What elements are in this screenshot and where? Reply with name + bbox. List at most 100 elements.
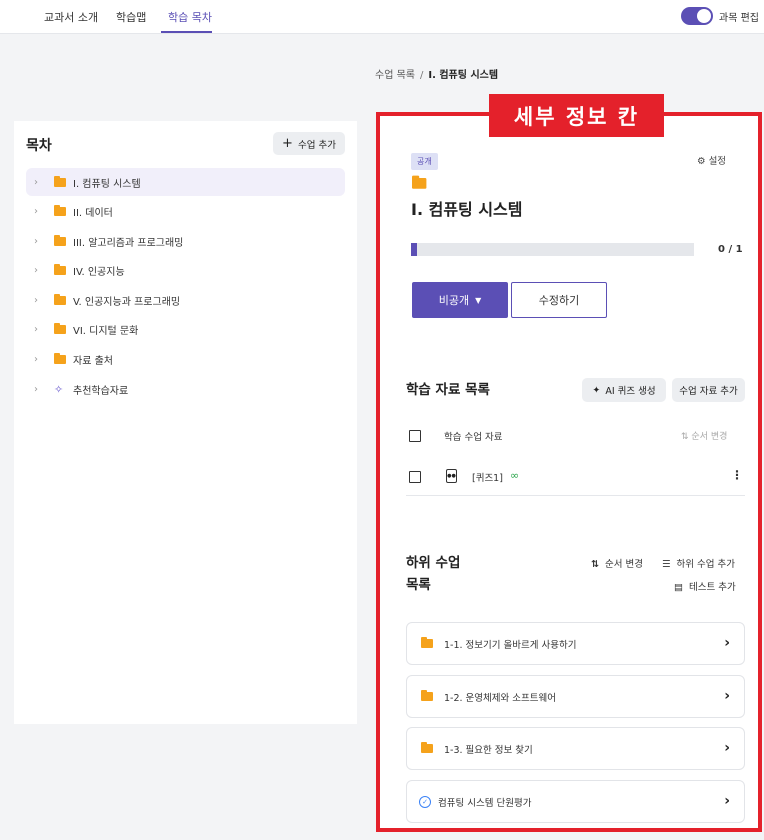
toc-title: 목차 (26, 138, 52, 154)
folder-icon (54, 293, 66, 305)
toc-item-label: I. 컴퓨팅 시스템 (73, 178, 141, 190)
chevron-right-icon[interactable]: › (34, 236, 54, 247)
sort-icon: ⇅ (681, 432, 689, 442)
caret-down-icon: ▼ (475, 295, 482, 305)
folder-icon (421, 637, 433, 648)
add-sublesson-label: 하위 수업 추가 (676, 559, 736, 570)
materials-column-header: 학습 수업 자료 (444, 432, 503, 443)
toc-item-label: V. 인공지능과 프로그래밍 (73, 296, 181, 308)
folder-icon (54, 352, 66, 364)
detail-panel-annotation: 세부 정보 칸 (489, 94, 664, 137)
ai-quiz-button[interactable]: ✦ AI 퀴즈 생성 (582, 378, 666, 402)
lesson-title: I. 컴퓨팅 시스템 (411, 200, 523, 219)
sublessons-title-line1: 하위 수업 (406, 555, 461, 571)
tab-learning-toc[interactable]: 학습 목차 (168, 9, 212, 25)
row-checkbox[interactable] (409, 471, 421, 483)
chevron-right-icon[interactable]: › (34, 354, 54, 365)
subject-edit-toggle[interactable] (681, 7, 713, 25)
progress-count: 0 / 1 (718, 244, 743, 255)
breadcrumb-parent[interactable]: 수업 목록 (375, 70, 415, 81)
add-lesson-button[interactable]: + 수업 추가 (273, 132, 345, 155)
toc-item-ai[interactable]: › IV. 인공지능 (26, 256, 345, 284)
edit-button[interactable]: 수정하기 (511, 282, 607, 318)
toggle-knob (697, 9, 711, 23)
sort-icon: ⇅ (591, 559, 599, 570)
toc-item-label: 추천학습자료 (73, 385, 129, 397)
chevron-right-icon: › (724, 688, 730, 704)
add-sublesson-button[interactable]: ☰ 하위 수업 추가 (662, 556, 735, 570)
toc-item-label: II. 데이터 (73, 207, 113, 219)
folder-icon (421, 690, 433, 701)
sublesson-label: 컴퓨팅 시스템 단원평가 (438, 797, 532, 809)
private-label: 비공개 (438, 294, 470, 307)
sublesson-label: 1-1. 정보기기 올바르게 사용하기 (444, 639, 577, 651)
toc-item-ai-programming[interactable]: › V. 인공지능과 프로그래밍 (26, 286, 345, 314)
sublesson-card[interactable]: ✓ 컴퓨팅 시스템 단원평가 › (406, 780, 745, 823)
add-lesson-label: 수업 추가 (297, 139, 336, 151)
sparkle-icon: ✦ (592, 384, 601, 396)
sublesson-label: 1-3. 필요한 정보 찾기 (444, 744, 533, 756)
chevron-right-icon: › (724, 740, 730, 756)
chevron-right-icon[interactable]: › (34, 384, 54, 395)
test-icon: ▤ (674, 582, 683, 593)
quiz-icon: ●● (446, 469, 457, 483)
gear-icon: ⚙ (697, 156, 706, 167)
toc-item-algorithms[interactable]: › III. 알고리즘과 프로그래밍 (26, 227, 345, 255)
toc-item-computing-system[interactable]: › I. 컴퓨팅 시스템 (26, 168, 345, 196)
link-icon: ∞ (510, 469, 520, 482)
top-navigation: 교과서 소개 학습맵 학습 목차 과목 편집 (0, 0, 764, 34)
active-tab-indicator (161, 31, 212, 33)
row-divider (406, 495, 745, 496)
add-test-button[interactable]: ▤ 테스트 추가 (674, 579, 736, 593)
sublesson-card[interactable]: 1-2. 운영체제와 소프트웨어 › (406, 675, 745, 718)
sublessons-title: 하위 수업 목록 (406, 552, 460, 596)
folder-icon (54, 234, 66, 246)
chevron-right-icon[interactable]: › (34, 265, 54, 276)
chevron-right-icon[interactable]: › (34, 206, 54, 217)
select-all-checkbox[interactable] (409, 430, 421, 442)
toc-item-label: III. 알고리즘과 프로그래밍 (73, 237, 184, 249)
add-test-label: 테스트 추가 (688, 582, 736, 593)
toc-item-label: IV. 인공지능 (73, 266, 125, 278)
materials-title: 학습 자료 목록 (406, 382, 490, 398)
chevron-right-icon[interactable]: › (34, 177, 54, 188)
tab-textbook-intro[interactable]: 교과서 소개 (44, 9, 98, 25)
private-dropdown-button[interactable]: 비공개 ▼ (412, 282, 508, 318)
material-item-label[interactable]: [퀴즈1] (472, 470, 503, 484)
breadcrumb-current: I. 컴퓨팅 시스템 (428, 70, 499, 81)
subject-edit-label: 과목 편집 (719, 13, 759, 24)
folder-icon (54, 322, 66, 334)
chevron-right-icon: › (724, 635, 730, 651)
sublesson-card[interactable]: 1-1. 정보기기 올바르게 사용하기 › (406, 622, 745, 665)
kebab-menu-icon[interactable]: ⋮ (731, 468, 743, 482)
ai-quiz-label: AI 퀴즈 생성 (605, 386, 656, 397)
toc-item-sources[interactable]: › 자료 출처 (26, 345, 345, 373)
visibility-badge: 공개 (411, 153, 438, 170)
sublessons-title-line2: 목록 (406, 577, 431, 593)
magic-wand-icon: ✧ (54, 382, 64, 396)
folder-icon (412, 175, 427, 189)
settings-label: 설정 (708, 156, 727, 167)
toc-item-data[interactable]: › II. 데이터 (26, 197, 345, 225)
sort-label: 순서 변경 (604, 559, 643, 570)
folder-icon (54, 263, 66, 275)
progress-bar (411, 243, 694, 256)
settings-button[interactable]: ⚙ 설정 (697, 153, 726, 167)
add-material-button[interactable]: 수업 자료 추가 (672, 378, 745, 402)
list-add-icon: ☰ (662, 559, 671, 570)
detail-panel (376, 112, 762, 832)
toc-panel: 목차 + 수업 추가 › I. 컴퓨팅 시스템 › II. 데이터 › III. 알고… (14, 121, 357, 724)
sublesson-card[interactable]: 1-3. 필요한 정보 찾기 › (406, 727, 745, 770)
progress-fill (411, 243, 417, 256)
toc-item-recommended[interactable]: › ✧ 추천학습자료 (26, 375, 345, 403)
chevron-right-icon[interactable]: › (34, 295, 54, 306)
chevron-right-icon: › (724, 793, 730, 809)
chevron-right-icon[interactable]: › (34, 324, 54, 335)
toc-item-label: 자료 출처 (73, 355, 113, 367)
sublessons-sort-button[interactable]: ⇅ 순서 변경 (591, 556, 643, 570)
materials-sort-button[interactable]: ⇅ 순서 변경 (681, 429, 727, 442)
toc-item-digital-culture[interactable]: › VI. 디지털 문화 (26, 315, 345, 343)
folder-icon (54, 175, 66, 187)
folder-icon (54, 204, 66, 216)
tab-learning-map[interactable]: 학습맵 (116, 9, 146, 25)
